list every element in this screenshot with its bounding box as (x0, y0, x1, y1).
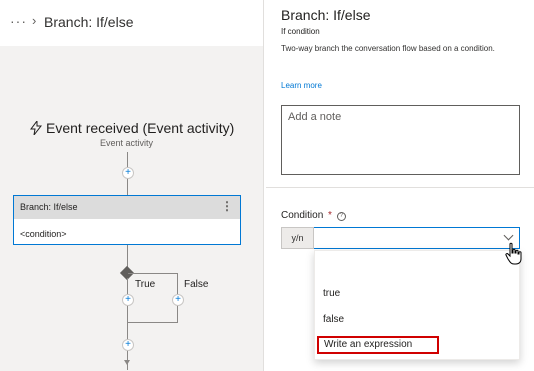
hand-cursor-icon (505, 242, 522, 265)
breadcrumb: ··· › Branch: If/else (0, 0, 263, 46)
condition-field: y/n (281, 227, 520, 249)
panel-description: Two-way branch the conversation flow bas… (281, 44, 495, 53)
true-branch-label: True (135, 279, 156, 290)
required-indicator: * (328, 210, 332, 221)
add-node-true-button[interactable]: + (122, 294, 134, 306)
condition-options-menu: true false Write an expression (314, 250, 520, 360)
divider (266, 187, 534, 188)
connector-line (127, 278, 128, 370)
branch-node-condition: <condition> (20, 229, 67, 239)
trigger-title[interactable]: Event received (Event activity) (30, 120, 234, 136)
flow-arrow-icon (124, 360, 130, 365)
lightning-icon (30, 121, 42, 135)
connector-line (128, 322, 178, 323)
branch-node-title: Branch: If/else (20, 202, 78, 212)
branch-node[interactable]: Branch: If/else ⋮ <condition> (13, 195, 241, 245)
condition-dropdown[interactable] (314, 227, 520, 249)
panel-subtitle: If condition (281, 27, 320, 36)
note-input[interactable] (281, 105, 520, 175)
option-false[interactable]: false (323, 314, 344, 325)
connector-line (128, 273, 178, 274)
false-branch-label: False (184, 279, 209, 290)
condition-label-text: Condition (281, 210, 324, 221)
more-breadcrumb-button[interactable]: ··· (10, 13, 27, 29)
condition-label: Condition * ? (281, 210, 346, 221)
type-badge: y/n (281, 227, 314, 249)
option-true[interactable]: true (323, 288, 340, 299)
add-node-false-button[interactable]: + (172, 294, 184, 306)
breadcrumb-separator-icon: › (32, 13, 37, 28)
chevron-down-icon (503, 230, 514, 241)
breadcrumb-current: Branch: If/else (44, 14, 134, 30)
connector-line (127, 245, 128, 268)
trigger-subtitle: Event activity (100, 138, 154, 148)
add-node-button[interactable]: + (122, 339, 134, 351)
option-write-expression[interactable]: Write an expression (317, 336, 439, 354)
help-icon[interactable]: ? (336, 212, 346, 221)
learn-more-link[interactable]: Learn more (281, 81, 322, 90)
add-node-button[interactable]: + (122, 167, 134, 179)
more-options-icon[interactable]: ⋮ (221, 199, 233, 213)
flow-canvas: ··· › Branch: If/else Event received (Ev… (0, 0, 263, 371)
panel-title: Branch: If/else (281, 7, 371, 23)
branch-node-header: Branch: If/else ⋮ (14, 196, 240, 219)
pane-splitter[interactable] (263, 0, 264, 371)
trigger-title-text: Event received (Event activity) (46, 120, 235, 136)
